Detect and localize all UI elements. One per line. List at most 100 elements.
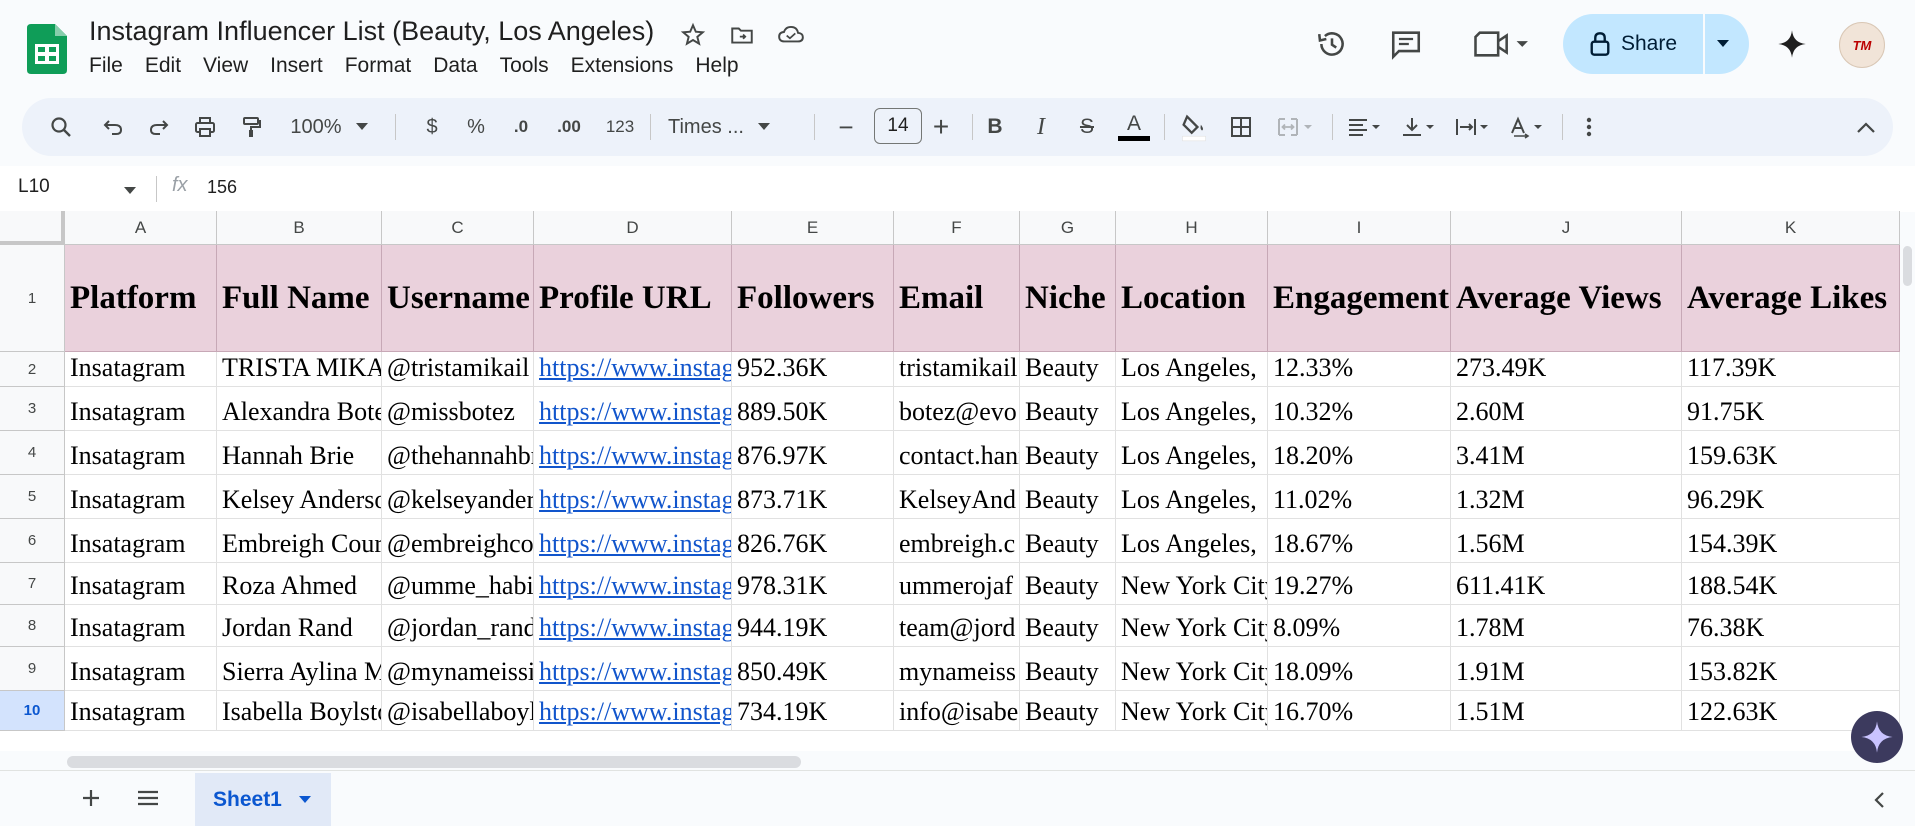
table-cell[interactable]: Beauty [1020, 605, 1116, 647]
table-cell[interactable]: 19.27% [1268, 563, 1451, 605]
table-cell[interactable]: 10.32% [1268, 387, 1451, 431]
table-cell[interactable]: 952.36K [732, 352, 894, 387]
table-cell[interactable]: 889.50K [732, 387, 894, 431]
more-formats-button[interactable]: 123 [600, 108, 640, 146]
table-cell[interactable]: 11.02% [1268, 475, 1451, 519]
table-cell[interactable]: team@jord [894, 605, 1020, 647]
decrease-font-size-button[interactable]: − [828, 108, 864, 146]
share-button[interactable]: Share [1563, 14, 1749, 74]
table-cell[interactable]: 188.54K [1682, 563, 1900, 605]
table-cell[interactable]: 1.51M [1451, 691, 1682, 731]
table-cell[interactable]: Beauty [1020, 352, 1116, 387]
sheet-tab-dropdown-icon[interactable] [298, 795, 312, 804]
table-cell[interactable]: 91.75K [1682, 387, 1900, 431]
table-cell[interactable]: @tristamikail [382, 352, 534, 387]
table-cell[interactable]: Isabella Boylston [217, 691, 382, 731]
table-cell[interactable]: 1.78M [1451, 605, 1682, 647]
table-cell[interactable]: Los Angeles, [1116, 475, 1268, 519]
table-cell[interactable]: 12.33% [1268, 352, 1451, 387]
horizontal-align-icon[interactable] [1340, 108, 1390, 146]
borders-icon[interactable] [1222, 108, 1260, 146]
table-cell[interactable]: Insatagram [65, 519, 217, 563]
profile-link-cell[interactable]: https://www.instagram.com [534, 387, 732, 431]
sheets-logo-icon[interactable] [27, 24, 67, 74]
undo-icon[interactable] [94, 108, 132, 146]
table-cell[interactable]: Beauty [1020, 519, 1116, 563]
fill-color-icon[interactable] [1174, 108, 1214, 146]
menu-view[interactable]: View [203, 54, 256, 78]
strikethrough-button[interactable]: S [1068, 108, 1106, 146]
table-cell[interactable]: @umme_habiba [382, 563, 534, 605]
table-cell[interactable]: 154.39K [1682, 519, 1900, 563]
table-cell[interactable]: Kelsey Anderson [217, 475, 382, 519]
profile-link-cell[interactable]: https://www.instagram.com [534, 519, 732, 563]
profile-link-cell[interactable]: https://www.instagram.com [534, 352, 732, 387]
table-cell[interactable]: Insatagram [65, 605, 217, 647]
table-cell[interactable]: New York City [1116, 691, 1268, 731]
side-panel-toggle-icon[interactable] [1864, 785, 1894, 815]
share-dropdown-icon[interactable] [1715, 39, 1731, 49]
table-cell[interactable]: New York City [1116, 605, 1268, 647]
table-cell[interactable]: @mynameissierra [382, 647, 534, 691]
table-cell[interactable]: Alexandra Botez [217, 387, 382, 431]
header-cell[interactable]: Average Likes [1682, 245, 1900, 352]
gemini-sparkle-button[interactable] [1851, 711, 1903, 763]
table-cell[interactable]: Insatagram [65, 431, 217, 475]
menu-tools[interactable]: Tools [500, 54, 557, 78]
profile-link-cell[interactable]: https://www.instagram.com [534, 647, 732, 691]
table-cell[interactable]: @jordan_rand [382, 605, 534, 647]
document-title[interactable]: Instagram Influencer List (Beauty, Los A… [89, 16, 654, 47]
column-header-k[interactable]: K [1682, 211, 1900, 245]
column-header-b[interactable]: B [217, 211, 382, 245]
profile-link-cell[interactable]: https://www.instagram.com [534, 691, 732, 731]
table-cell[interactable]: Beauty [1020, 475, 1116, 519]
select-all-corner[interactable] [0, 211, 65, 245]
menu-format[interactable]: Format [345, 54, 420, 78]
table-cell[interactable]: Insatagram [65, 691, 217, 731]
header-cell[interactable]: Profile URL [534, 245, 732, 352]
column-header-h[interactable]: H [1116, 211, 1268, 245]
table-cell[interactable]: Insatagram [65, 475, 217, 519]
table-cell[interactable]: Insatagram [65, 647, 217, 691]
bold-button[interactable]: B [976, 108, 1014, 146]
table-cell[interactable]: 826.76K [732, 519, 894, 563]
table-cell[interactable]: 611.41K [1451, 563, 1682, 605]
row-header-7[interactable]: 7 [0, 563, 65, 605]
table-cell[interactable]: 153.82K [1682, 647, 1900, 691]
table-cell[interactable]: @missbotez [382, 387, 534, 431]
table-cell[interactable]: TRISTA MIKAIL [217, 352, 382, 387]
more-options-icon[interactable] [1574, 108, 1604, 146]
menu-data[interactable]: Data [433, 54, 485, 78]
text-rotation-icon[interactable] [1502, 108, 1552, 146]
sheet-tab-sheet1[interactable]: Sheet1 [195, 773, 331, 826]
table-cell[interactable]: Beauty [1020, 691, 1116, 731]
header-cell[interactable]: Followers [732, 245, 894, 352]
table-cell[interactable]: Sierra Aylina M [217, 647, 382, 691]
header-cell[interactable]: Platform [65, 245, 217, 352]
table-cell[interactable]: Hannah Brie [217, 431, 382, 475]
table-cell[interactable]: 96.29K [1682, 475, 1900, 519]
table-cell[interactable]: contact.hannah [894, 431, 1020, 475]
column-header-j[interactable]: J [1451, 211, 1682, 245]
menu-insert[interactable]: Insert [270, 54, 331, 78]
table-cell[interactable]: @embreighcourtney [382, 519, 534, 563]
profile-link-cell[interactable]: https://www.instagram.com [534, 605, 732, 647]
spreadsheet-grid[interactable]: A B C D E F G H I J K 1 2 3 4 5 6 7 8 9 10 Platform Full Name U… [0, 211, 1900, 751]
increase-font-size-button[interactable]: + [922, 108, 960, 146]
table-cell[interactable]: New York City [1116, 647, 1268, 691]
table-cell[interactable]: Los Angeles, [1116, 519, 1268, 563]
table-cell[interactable]: 2.60M [1451, 387, 1682, 431]
row-header-5[interactable]: 5 [0, 475, 65, 519]
table-cell[interactable]: 1.56M [1451, 519, 1682, 563]
formula-input[interactable]: 156 [207, 177, 237, 198]
italic-button[interactable]: I [1022, 108, 1060, 146]
table-cell[interactable]: ummerojaf [894, 563, 1020, 605]
table-cell[interactable]: 876.97K [732, 431, 894, 475]
table-cell[interactable]: 944.19K [732, 605, 894, 647]
table-cell[interactable]: Jordan Rand [217, 605, 382, 647]
table-cell[interactable]: Los Angeles, [1116, 387, 1268, 431]
table-cell[interactable]: 159.63K [1682, 431, 1900, 475]
vertical-scrollbar[interactable] [1903, 246, 1912, 286]
table-cell[interactable]: Embreigh Courtney [217, 519, 382, 563]
add-sheet-icon[interactable] [76, 783, 106, 813]
